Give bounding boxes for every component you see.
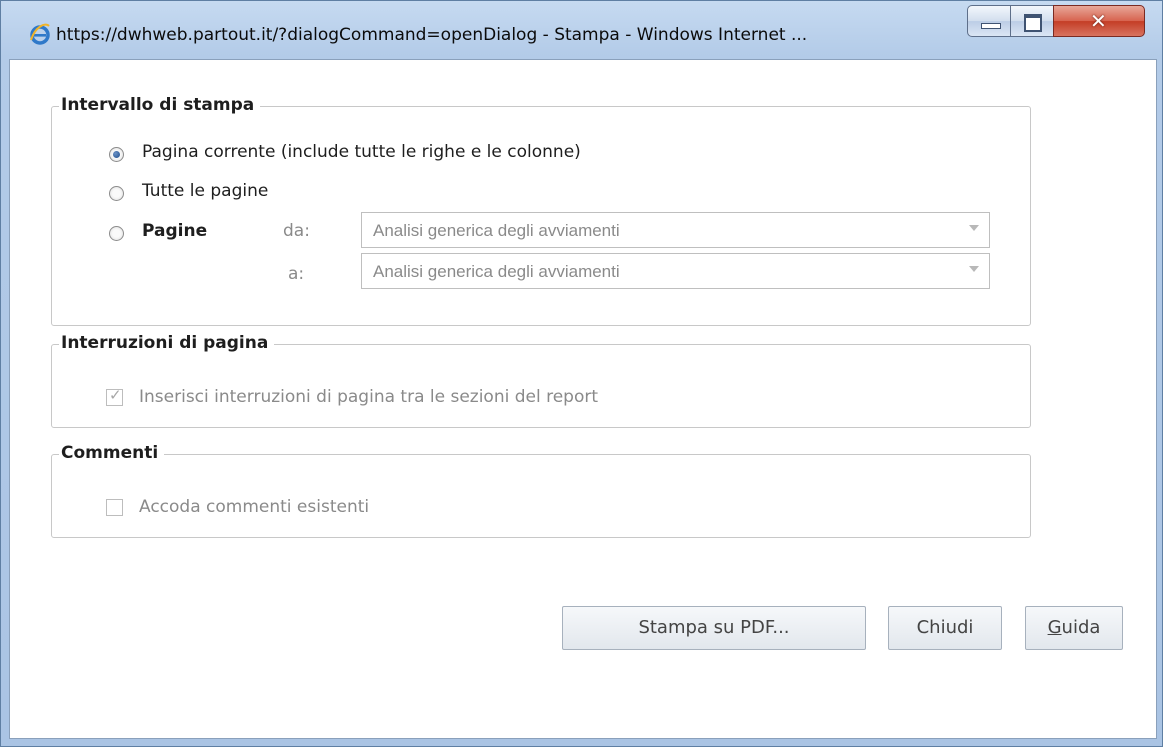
- to-page-value: Analisi generica degli avviamenti: [373, 262, 620, 281]
- comments-legend: Commenti: [59, 443, 165, 463]
- help-label-rest: uida: [1061, 617, 1101, 638]
- page-breaks-checkbox-label[interactable]: Inserisci interruzioni di pagina tra le …: [139, 387, 598, 407]
- radio-pages[interactable]: [109, 226, 124, 241]
- comments-group: Commenti Accoda commenti esistenti: [51, 443, 1031, 538]
- radio-current-page-label[interactable]: Pagina corrente (include tutte le righe …: [142, 142, 581, 162]
- window-title: https://dwhweb.partout.it/?dialogCommand…: [56, 25, 808, 45]
- help-accelerator: G: [1047, 617, 1062, 638]
- help-button[interactable]: Guida: [1025, 606, 1123, 650]
- minimize-button[interactable]: [967, 5, 1011, 37]
- radio-all-pages[interactable]: [109, 186, 124, 201]
- radio-all-pages-label[interactable]: Tutte le pagine: [142, 181, 268, 201]
- close-window-button[interactable]: ✕: [1053, 5, 1145, 37]
- maximize-icon: [1024, 14, 1042, 32]
- chevron-down-icon: [969, 266, 979, 272]
- checkmark-icon: ✓: [109, 386, 122, 404]
- ie-icon: [30, 23, 50, 45]
- minimize-icon: [981, 23, 1001, 29]
- page-breaks-group: Interruzioni di pagina ✓ Inserisci inter…: [51, 333, 1031, 428]
- print-range-group: Intervallo di stampa Pagina corrente (in…: [51, 95, 1031, 326]
- page-breaks-checkbox[interactable]: ✓: [106, 386, 123, 406]
- radio-pages-label[interactable]: Pagine: [142, 221, 207, 241]
- maximize-button[interactable]: [1010, 5, 1054, 37]
- print-range-legend: Intervallo di stampa: [59, 95, 261, 115]
- print-pdf-button[interactable]: Stampa su PDF...: [562, 606, 866, 650]
- comments-checkbox-label[interactable]: Accoda commenti esistenti: [139, 497, 369, 517]
- to-page-select[interactable]: Analisi generica degli avviamenti: [361, 253, 990, 289]
- close-icon: ✕: [1090, 9, 1107, 33]
- comments-checkbox[interactable]: [106, 499, 123, 516]
- close-button[interactable]: Chiudi: [888, 606, 1002, 650]
- from-label: da:: [283, 221, 310, 241]
- from-page-select[interactable]: Analisi generica degli avviamenti: [361, 212, 990, 248]
- page-breaks-legend: Interruzioni di pagina: [59, 333, 275, 353]
- radio-current-page[interactable]: [109, 147, 124, 162]
- chevron-down-icon: [969, 225, 979, 231]
- from-page-value: Analisi generica degli avviamenti: [373, 221, 620, 240]
- caption-buttons: ✕: [967, 5, 1157, 39]
- dialog-window: https://dwhweb.partout.it/?dialogCommand…: [0, 0, 1163, 747]
- dialog-content: Intervallo di stampa Pagina corrente (in…: [9, 59, 1157, 739]
- title-bar[interactable]: https://dwhweb.partout.it/?dialogCommand…: [1, 1, 1162, 59]
- to-label: a:: [288, 264, 305, 284]
